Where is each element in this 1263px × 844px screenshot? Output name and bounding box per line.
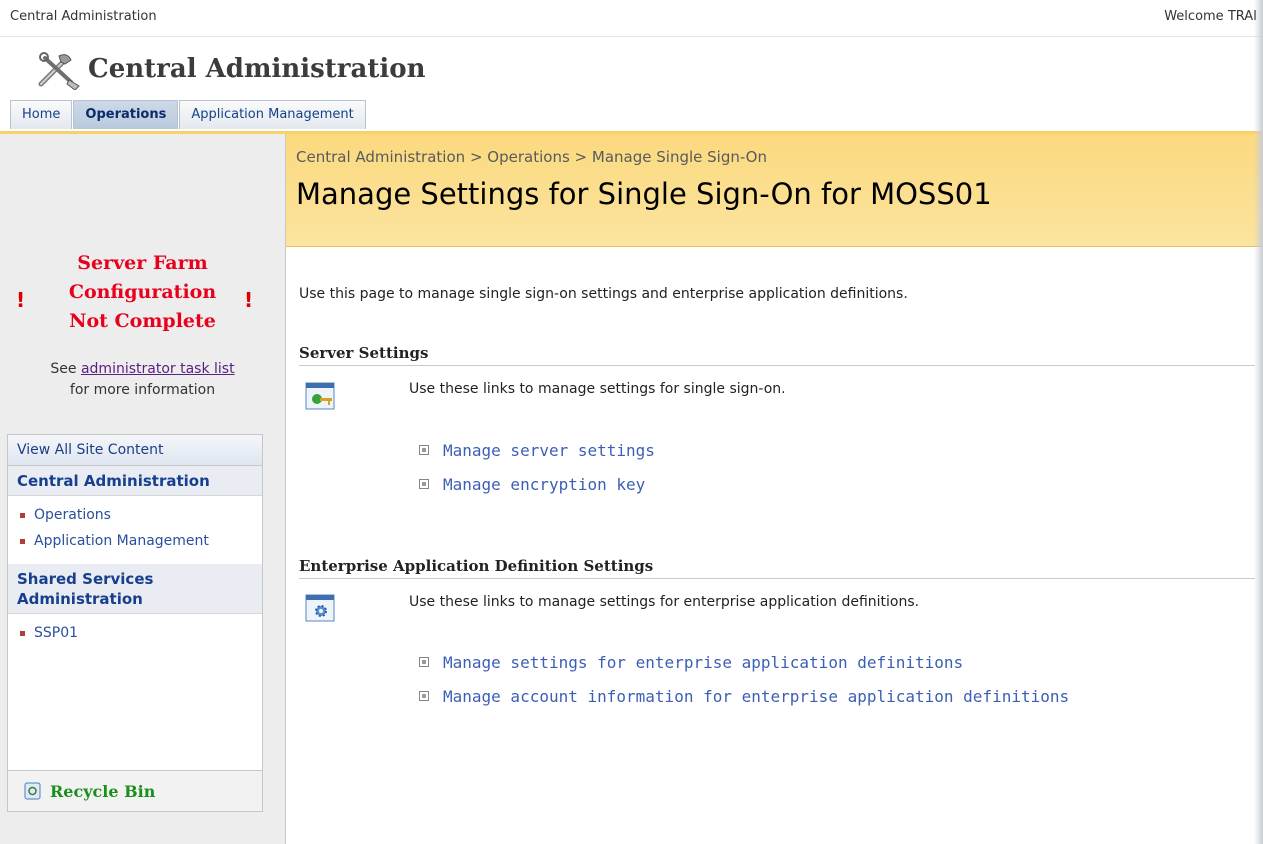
- recycle-bin-label: Recycle Bin: [50, 782, 156, 801]
- page-description: Use this page to manage single sign-on s…: [299, 286, 908, 302]
- view-all-site-content-link[interactable]: View All Site Content: [8, 435, 262, 466]
- page-title: Manage Settings for Single Sign-On for M…: [296, 177, 992, 211]
- administrator-task-list-link[interactable]: administrator task list: [81, 361, 235, 377]
- recycle-bin-link[interactable]: Recycle Bin: [8, 770, 262, 811]
- section-heading-server-settings: Server Settings: [299, 344, 1255, 366]
- link-label: Manage settings for enterprise applicati…: [443, 653, 964, 672]
- warning-line-3: Not Complete: [69, 310, 216, 332]
- breadcrumb-operations[interactable]: Operations: [487, 148, 569, 166]
- tab-home[interactable]: Home: [10, 100, 73, 129]
- site-header: Central Administration: [0, 40, 1263, 102]
- link-label: Manage server settings: [443, 441, 655, 460]
- enterprise-app-gear-icon: [305, 594, 335, 622]
- bullet-icon: [419, 445, 429, 455]
- tab-application-management[interactable]: Application Management: [179, 100, 366, 129]
- ql-heading-shared-services[interactable]: Shared Services Administration: [8, 564, 262, 614]
- manage-account-info-link[interactable]: Manage account information for enterpris…: [419, 687, 1069, 706]
- farm-config-warning: Server Farm Configuration Not Complete: [0, 249, 285, 336]
- welcome-menu[interactable]: Welcome TRAI: [1164, 9, 1257, 24]
- warning-exclamation-icon: !: [16, 288, 26, 312]
- bullet-icon: [419, 691, 429, 701]
- window-edge-shadow: [1254, 0, 1263, 844]
- manage-enterprise-app-definitions-link[interactable]: Manage settings for enterprise applicati…: [419, 653, 963, 672]
- left-navigation: Server Farm Configuration Not Complete !…: [0, 134, 286, 844]
- section-description-server-settings: Use these links to manage settings for s…: [409, 381, 786, 397]
- tools-logo-icon: [38, 52, 80, 90]
- warning-line-2: Configuration: [68, 281, 217, 303]
- top-nav-tabs: Home Operations Application Management: [10, 100, 367, 132]
- top-bar: Central Administration Welcome TRAI: [0, 0, 1263, 37]
- server-settings-key-icon: [305, 382, 335, 410]
- link-label: Manage encryption key: [443, 475, 646, 494]
- ql-item-application-management[interactable]: Application Management: [8, 528, 262, 554]
- ql-item-operations[interactable]: Operations: [8, 502, 262, 528]
- warning-see-text: See: [50, 361, 77, 377]
- warning-more-text: for more information: [69, 382, 216, 398]
- page-title-banner: Central Administration > Operations > Ma…: [286, 134, 1263, 247]
- tab-operations[interactable]: Operations: [73, 100, 179, 129]
- breadcrumb-root[interactable]: Central Administration: [296, 148, 465, 166]
- site-name-link[interactable]: Central Administration: [10, 9, 157, 24]
- manage-server-settings-link[interactable]: Manage server settings: [419, 441, 655, 460]
- site-title[interactable]: Central Administration: [88, 54, 425, 84]
- ql-item-ssp01[interactable]: SSP01: [8, 620, 262, 646]
- warning-info: See administrator task list for more inf…: [0, 359, 285, 401]
- bullet-icon: [419, 479, 429, 489]
- ql-heading-central-administration[interactable]: Central Administration: [8, 466, 262, 496]
- breadcrumb: Central Administration > Operations > Ma…: [296, 148, 767, 166]
- quick-launch: View All Site Content Central Administra…: [7, 434, 263, 812]
- warning-exclamation-icon: !: [244, 288, 254, 312]
- warning-line-1: Server Farm: [77, 252, 208, 274]
- recycle-bin-icon: [24, 782, 41, 800]
- link-label: Manage account information for enterpris…: [443, 687, 1070, 706]
- bullet-icon: [419, 657, 429, 667]
- manage-encryption-key-link[interactable]: Manage encryption key: [419, 475, 645, 494]
- breadcrumb-current: Manage Single Sign-On: [591, 148, 767, 166]
- breadcrumb-separator: >: [574, 148, 588, 166]
- section-description-enterprise-app: Use these links to manage settings for e…: [409, 594, 920, 610]
- section-heading-enterprise-app: Enterprise Application Definition Settin…: [299, 557, 1255, 579]
- breadcrumb-separator: >: [469, 148, 483, 166]
